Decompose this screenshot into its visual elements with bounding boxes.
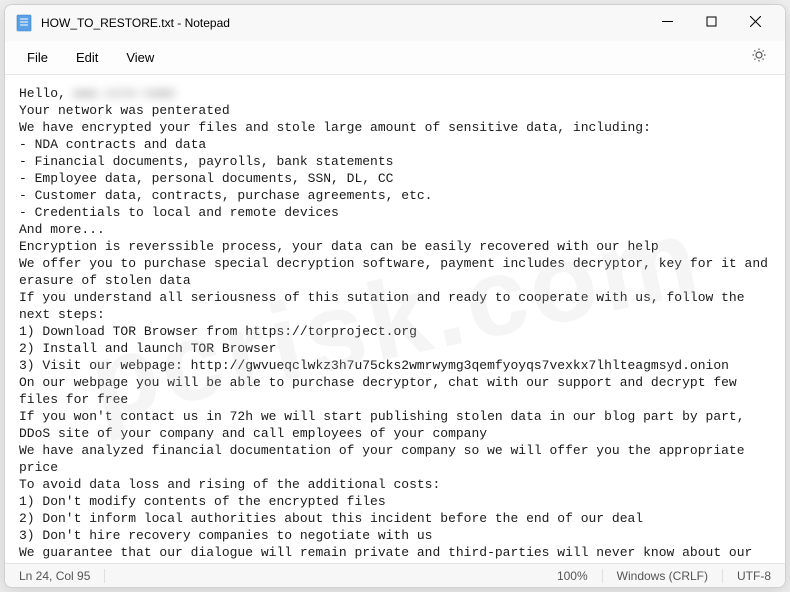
menu-view[interactable]: View	[112, 44, 168, 71]
text-area[interactable]: pcrisk.comHello, www.site-name Your netw…	[5, 75, 785, 563]
text-line: If you understand all seriousness of thi…	[19, 290, 752, 322]
status-bar: Ln 24, Col 95 100% Windows (CRLF) UTF-8	[5, 563, 785, 587]
notepad-icon	[15, 14, 33, 32]
text-line: Encryption is reverssible process, your …	[19, 239, 659, 254]
text-line: We have encrypted your files and stole l…	[19, 120, 651, 135]
menu-edit[interactable]: Edit	[62, 44, 112, 71]
text-line: 3) Don't hire recovery companies to nego…	[19, 528, 432, 543]
text-line: - NDA contracts and data	[19, 137, 206, 152]
gear-icon	[751, 50, 767, 67]
text-line: If you won't contact us in 72h we will s…	[19, 409, 752, 441]
text-line: - Financial documents, payrolls, bank st…	[19, 154, 393, 169]
text-line: 3) Visit our webpage: http://gwvueqclwkz…	[19, 358, 729, 373]
minimize-button[interactable]	[645, 8, 689, 38]
close-icon	[750, 14, 761, 32]
text-line: We have analyzed financial documentation…	[19, 443, 752, 475]
text-line: Your network was penterated	[19, 103, 230, 118]
notepad-window: HOW_TO_RESTORE.txt - Notepad File Edit V…	[4, 4, 786, 588]
settings-button[interactable]	[741, 41, 777, 74]
close-button[interactable]	[733, 8, 777, 38]
text-line: On our webpage you will be able to purch…	[19, 375, 745, 407]
window-title: HOW_TO_RESTORE.txt - Notepad	[41, 16, 645, 30]
window-controls	[645, 8, 777, 38]
text-line: Hello,	[19, 86, 74, 101]
text-line: To avoid data loss and rising of the add…	[19, 477, 440, 492]
maximize-icon	[706, 14, 717, 32]
text-line: And more...	[19, 222, 105, 237]
text-line: 1) Don't modify contents of the encrypte…	[19, 494, 386, 509]
redacted-name: www.site-name	[74, 86, 175, 101]
text-line: We guarantee that our dialogue will rema…	[19, 545, 760, 563]
menu-file[interactable]: File	[13, 44, 62, 71]
text-line: - Credentials to local and remote device…	[19, 205, 339, 220]
status-eol: Windows (CRLF)	[603, 569, 723, 583]
menubar: File Edit View	[5, 41, 785, 75]
text-line: We offer you to purchase special decrypt…	[19, 256, 776, 288]
text-line: - Employee data, personal documents, SSN…	[19, 171, 393, 186]
status-position: Ln 24, Col 95	[5, 569, 105, 583]
maximize-button[interactable]	[689, 8, 733, 38]
text-line: 1) Download TOR Browser from https://tor…	[19, 324, 417, 339]
minimize-icon	[662, 14, 673, 32]
status-encoding: UTF-8	[723, 569, 785, 583]
text-line: 2) Don't inform local authorities about …	[19, 511, 643, 526]
text-line: - Customer data, contracts, purchase agr…	[19, 188, 432, 203]
titlebar: HOW_TO_RESTORE.txt - Notepad	[5, 5, 785, 41]
text-line: 2) Install and launch TOR Browser	[19, 341, 276, 356]
status-zoom[interactable]: 100%	[543, 569, 603, 583]
